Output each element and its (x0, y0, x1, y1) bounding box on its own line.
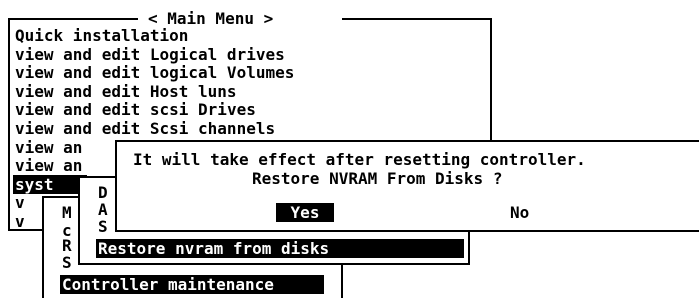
confirm-message-line2: Restore NVRAM From Disks ? (252, 169, 503, 188)
maintenance-submenu-item-letter[interactable]: S (98, 217, 108, 236)
main-menu-item-text: view and edit (15, 81, 150, 101)
main-menu-top-border-left (8, 18, 138, 20)
main-menu-item-text: v (15, 193, 25, 213)
main-menu-item[interactable]: v (15, 212, 25, 231)
main-menu-item[interactable]: view and edit scsi Drives (15, 100, 256, 119)
system-submenu-item-letter[interactable]: M (62, 203, 72, 222)
main-menu-item-text: olumes (236, 63, 295, 83)
confirm-message-line1: It will take effect after resetting cont… (133, 150, 586, 169)
main-menu-item-text: ogical drives (159, 44, 285, 64)
main-menu-item-text: syst (15, 174, 54, 194)
main-menu-item[interactable]: v (15, 193, 25, 212)
main-menu-item[interactable]: view and edit Scsi channels (15, 119, 275, 138)
main-menu-item-text: uick installation (24, 26, 189, 45)
main-menu-item[interactable]: view and edit logical Volumes (15, 63, 294, 82)
main-menu-item[interactable]: view an (15, 138, 82, 157)
restore-nvram-item[interactable]: Restore nvram from disks (96, 239, 464, 258)
main-menu-top-border-right (342, 18, 490, 20)
controller-maintenance-item[interactable]: Controller maintenance (60, 275, 324, 294)
main-menu-item-text: view and edit (15, 119, 150, 138)
main-menu-item-text: view an (15, 156, 83, 176)
main-menu-item-hotkey: D (198, 100, 208, 120)
main-menu-item[interactable]: view and edit Host luns (15, 82, 237, 101)
main-menu-item-text: ost luns (159, 81, 237, 101)
main-menu-item-hotkey: H (149, 81, 160, 101)
main-menu-item[interactable]: syst (13, 174, 87, 194)
system-submenu-item-letter[interactable]: S (62, 253, 72, 272)
yes-button[interactable]: Yes (276, 203, 334, 222)
no-button[interactable]: No (510, 203, 529, 222)
main-menu-item-hotkey: Q (15, 26, 25, 45)
main-menu-item-text: csi channels (159, 119, 276, 138)
main-menu-item-text: view an (15, 137, 83, 157)
main-menu-item-text: rives (207, 100, 256, 120)
main-menu-item[interactable]: view an (15, 156, 82, 175)
main-menu-item-text: view and edit logical (15, 63, 227, 83)
main-menu-item[interactable]: view and edit Logical drives (15, 45, 285, 64)
main-menu-item[interactable]: Quick installation (15, 26, 188, 45)
main-menu-item-text: view and edit (15, 44, 150, 64)
main-menu-item-hotkey: L (149, 44, 160, 64)
main-menu-item-text: v (15, 212, 25, 231)
main-menu-item-hotkey: S (149, 119, 160, 138)
main-menu-item-hotkey: V (226, 63, 237, 83)
main-menu-item-text: view and edit scsi (15, 100, 199, 120)
